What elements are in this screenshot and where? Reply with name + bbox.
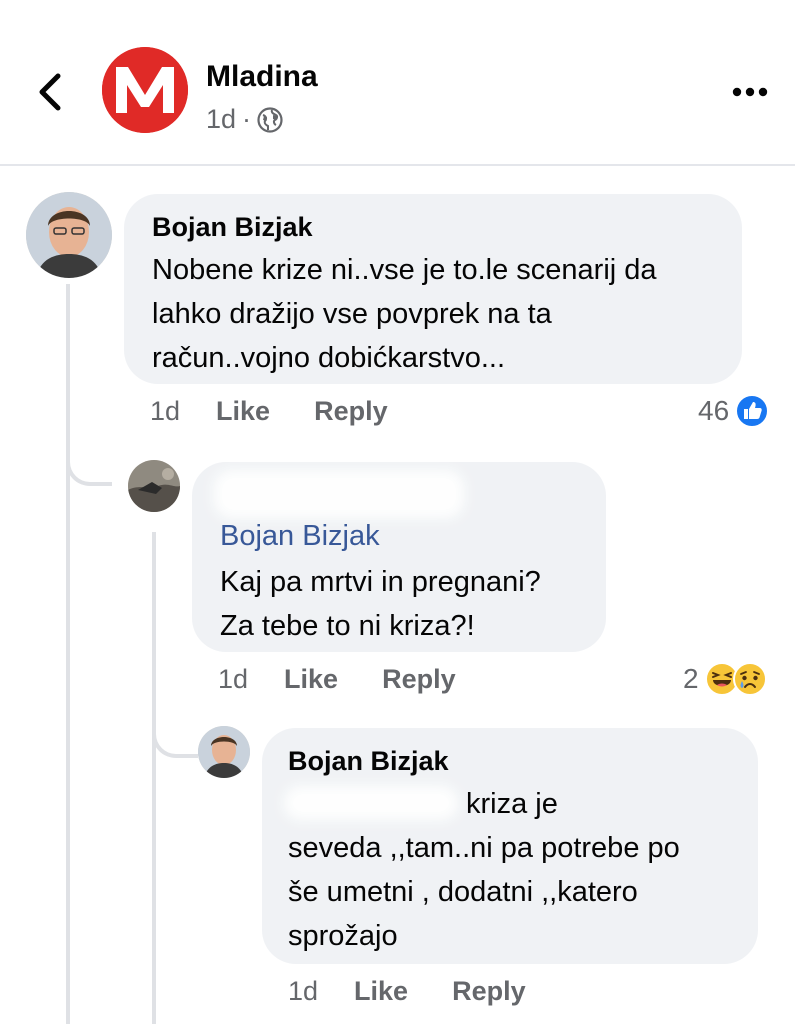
post-meta: 1d · (206, 104, 283, 135)
globe-icon (257, 106, 283, 133)
post-header: Mladina 1d · (0, 0, 795, 166)
reply-button[interactable]: Reply (382, 664, 456, 695)
comment-actions: 1d Like Reply (150, 396, 432, 427)
mladina-logo-icon (102, 47, 188, 133)
comment-line: Nobene krize ni..vse je to.le scenarij d… (152, 254, 657, 286)
comment-time: 1d (150, 396, 181, 426)
reaction-summary[interactable]: 2 (683, 662, 767, 696)
comment-line: sprožajo (288, 920, 398, 952)
like-button[interactable]: Like (354, 976, 408, 1007)
more-options-button[interactable] (730, 78, 770, 106)
comment-line: Za tebe to ni kriza?! (220, 610, 475, 642)
reply-button[interactable]: Reply (314, 396, 388, 427)
page-logo[interactable] (102, 47, 188, 133)
page-name[interactable]: Mladina (206, 60, 318, 94)
comment-text: kriza je seveda ,,tam..ni pa potrebe po … (288, 782, 748, 958)
comment-line: kriza je (466, 788, 558, 820)
comment-line: še umetni , dodatni ,,katero (288, 876, 638, 908)
comment-line: račun..vojno dobićkarstvo... (152, 342, 506, 374)
back-button[interactable] (30, 68, 70, 116)
avatar[interactable] (128, 460, 180, 512)
more-horizontal-icon (732, 87, 768, 97)
comment-author[interactable]: Bojan Bizjak (288, 746, 449, 777)
reply-button[interactable]: Reply (452, 976, 526, 1007)
chevron-left-icon (39, 73, 61, 111)
comment-actions: 1d Like Reply (288, 976, 570, 1007)
like-button[interactable]: Like (284, 664, 338, 695)
comment-time: 1d (218, 664, 249, 694)
thread-connector-2 (152, 712, 198, 758)
comment-line: lahko dražijo vse povprek na ta (152, 298, 552, 330)
profile-photo-icon (128, 460, 180, 512)
redacted-author (214, 470, 464, 518)
comment-line: seveda ,,tam..ni pa potrebe po (288, 832, 680, 864)
avatar[interactable] (198, 726, 250, 778)
sad-reaction-icon (732, 662, 767, 696)
thread-connector-1 (66, 440, 112, 486)
comment-line: Kaj pa mrtvi in pregnani? (220, 566, 541, 598)
post-time: 1d (206, 104, 237, 134)
reaction-count: 46 (698, 395, 730, 426)
comment-time: 1d (288, 976, 319, 1006)
thread-line-main (66, 284, 70, 1024)
comment-text: Kaj pa mrtvi in pregnani? Za tebe to ni … (220, 560, 600, 648)
avatar[interactable] (26, 192, 112, 278)
comment-actions: 1d Like Reply (218, 664, 500, 695)
like-reaction-icon (735, 394, 770, 428)
comment-author[interactable]: Bojan Bizjak (152, 212, 313, 243)
mention-link[interactable]: Bojan Bizjak (220, 520, 380, 553)
like-button[interactable]: Like (216, 396, 270, 427)
reaction-count: 2 (683, 663, 699, 694)
meta-separator: · (242, 104, 252, 134)
profile-photo-icon (26, 192, 112, 278)
thread-line-reply (152, 532, 156, 1024)
comment-text: Nobene krize ni..vse je to.le scenarij d… (152, 248, 732, 380)
reaction-summary[interactable]: 46 (698, 394, 770, 428)
profile-photo-icon (198, 726, 250, 778)
